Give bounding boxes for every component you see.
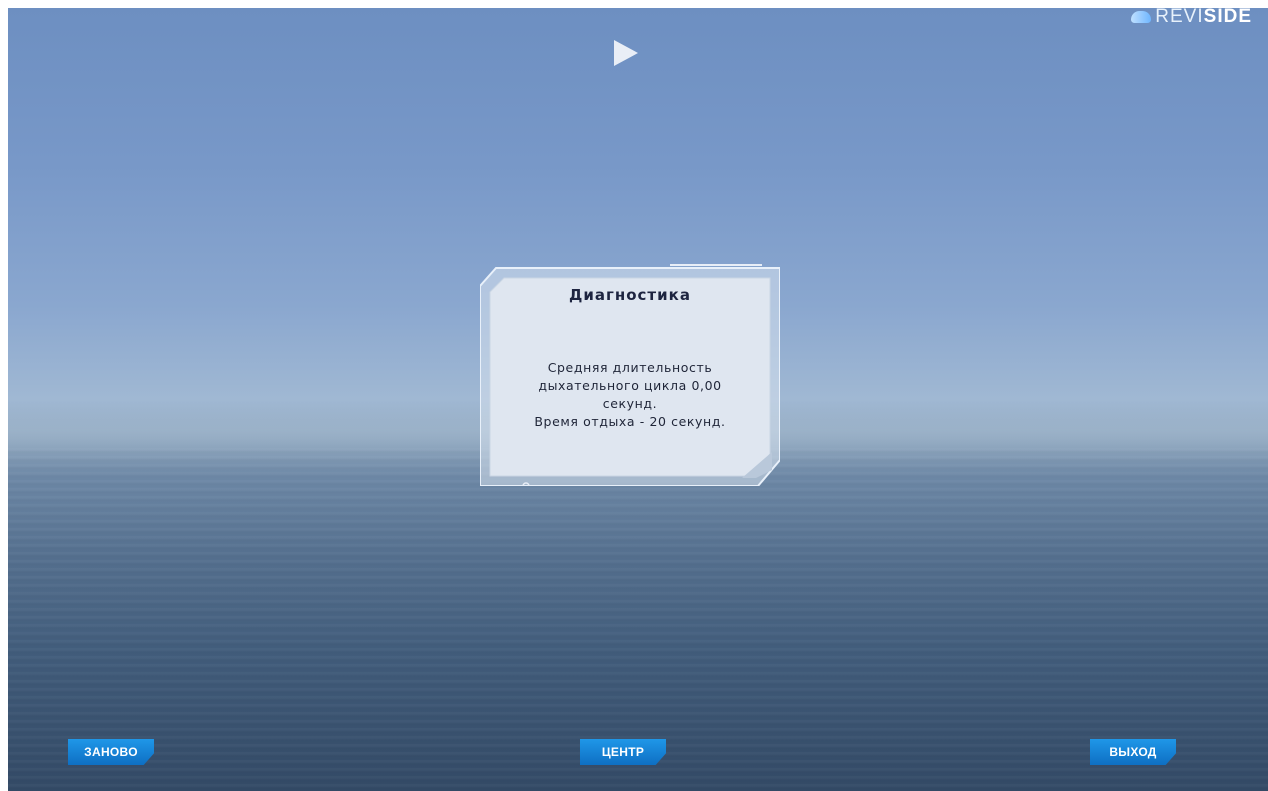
- play-icon[interactable]: [614, 40, 638, 66]
- logo-mark-icon: [1131, 11, 1152, 23]
- logo-text-bold: SIDE: [1203, 6, 1252, 27]
- dialog-title: Диагностика: [569, 286, 691, 304]
- reviside-logo: REVI SIDE: [1131, 6, 1252, 28]
- exit-button[interactable]: ВЫХОД: [1090, 739, 1176, 765]
- frame-tab: [670, 264, 762, 266]
- dialog-body: Средняя длительность дыхательного цикла …: [500, 359, 760, 431]
- center-button[interactable]: ЦЕНТР: [580, 739, 666, 765]
- logo-text-light: REVI: [1155, 6, 1204, 27]
- diagnostics-dialog: Диагностика Средняя длительность дыхател…: [480, 264, 780, 486]
- dialog-line: Время отдыха - 20 секунд.: [534, 414, 726, 429]
- dialog-line: секунд.: [602, 396, 658, 411]
- restart-button[interactable]: ЗАНОВО: [68, 739, 154, 765]
- dialog-line: Средняя длительность: [547, 360, 713, 375]
- dialog-line: дыхательного цикла 0,00: [538, 378, 722, 393]
